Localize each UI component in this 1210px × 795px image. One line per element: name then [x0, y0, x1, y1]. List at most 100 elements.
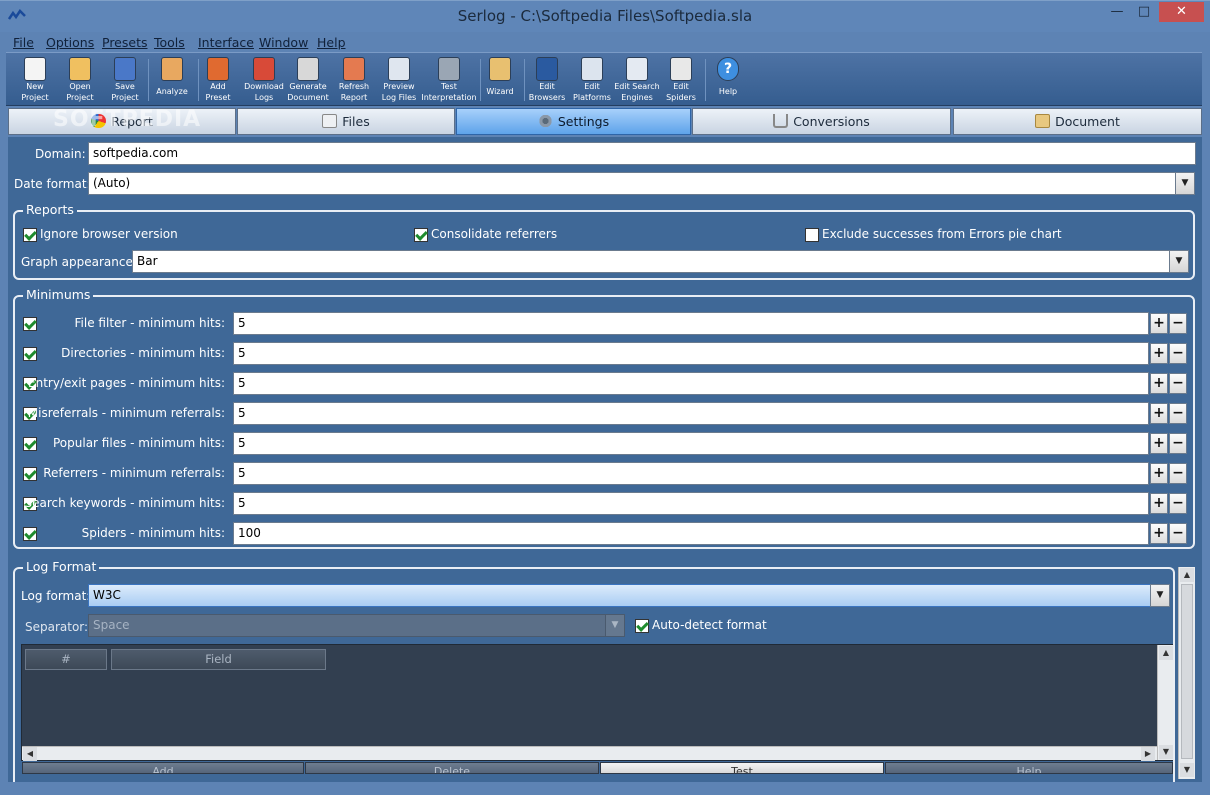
scroll-right-icon[interactable]: ▶	[1141, 747, 1155, 761]
edit-platforms-button[interactable]: Edit Platforms	[569, 55, 615, 105]
minimum-input[interactable]: 5	[233, 312, 1149, 335]
minimum-input[interactable]: 100	[233, 522, 1149, 545]
minimum-input[interactable]: 5	[233, 342, 1149, 365]
maximize-button[interactable]: □	[1131, 2, 1157, 22]
test-interpretation-button[interactable]: Test Interpretation	[421, 55, 477, 105]
plus-button[interactable]: +	[1150, 373, 1168, 394]
menu-interface[interactable]: Interface	[198, 35, 254, 50]
column-header-field[interactable]: Field	[111, 649, 326, 670]
edit-browsers-icon	[536, 57, 558, 81]
minus-button[interactable]: −	[1169, 313, 1187, 334]
consolidate-referrers-checkbox[interactable]	[414, 228, 428, 242]
date-format-select[interactable]: (Auto)	[88, 172, 1176, 195]
separator-label: Separator:	[25, 620, 89, 634]
ignore-browser-version-checkbox[interactable]	[23, 228, 37, 242]
auto-detect-checkbox[interactable]	[635, 619, 649, 633]
minimum-label: Spiders - minimum hits:	[81, 526, 225, 540]
minimum-checkbox[interactable]	[23, 437, 37, 451]
add-preset-button[interactable]: Add Preset	[195, 55, 241, 105]
analyze-button[interactable]: Analyze	[149, 55, 195, 105]
close-button[interactable]: ✕	[1159, 2, 1204, 22]
graph-appearance-select[interactable]: Bar	[132, 250, 1170, 273]
edit-search-engines-button[interactable]: Edit Search Engines	[612, 55, 662, 105]
edit-spiders-button[interactable]: Edit Spiders	[658, 55, 704, 105]
minus-button[interactable]: −	[1169, 523, 1187, 544]
minimum-input[interactable]: 5	[233, 462, 1149, 485]
chevron-down-icon[interactable]: ▼	[1169, 250, 1189, 273]
domain-input[interactable]: softpedia.com	[88, 142, 1196, 165]
edit-browsers-button[interactable]: Edit Browsers	[524, 55, 570, 105]
plus-button[interactable]: +	[1150, 463, 1168, 484]
minus-button[interactable]: −	[1169, 433, 1187, 454]
minimize-button[interactable]: —	[1103, 2, 1131, 22]
domain-label: Domain:	[35, 147, 86, 161]
help-icon: ?	[717, 57, 739, 81]
open-project-button[interactable]: Open Project	[57, 55, 103, 105]
minus-button[interactable]: −	[1169, 343, 1187, 364]
scroll-left-icon[interactable]: ◀	[23, 747, 37, 761]
scroll-down-icon[interactable]: ▼	[1180, 763, 1194, 777]
new-project-button[interactable]: New Project	[12, 55, 58, 105]
minimum-checkbox[interactable]	[23, 467, 37, 481]
plus-button[interactable]: +	[1150, 523, 1168, 544]
download-logs-button[interactable]: Download Logs	[241, 55, 287, 105]
plus-button[interactable]: +	[1150, 313, 1168, 334]
preview-log-files-button[interactable]: Preview Log Files	[376, 55, 422, 105]
tab-conversions[interactable]: Conversions	[692, 108, 951, 135]
scroll-thumb[interactable]	[1181, 584, 1193, 759]
minus-button[interactable]: −	[1169, 403, 1187, 424]
minimum-input[interactable]: 5	[233, 372, 1149, 395]
column-header-number[interactable]: #	[25, 649, 107, 670]
separator-select[interactable]: Space	[88, 614, 606, 637]
minimum-input[interactable]: 5	[233, 402, 1149, 425]
minus-button[interactable]: −	[1169, 463, 1187, 484]
chevron-down-icon[interactable]: ▼	[605, 614, 625, 637]
grid-vertical-scrollbar[interactable]: ▲ ▼	[1157, 645, 1173, 760]
tab-document[interactable]: Document	[953, 108, 1202, 135]
minimum-input[interactable]: 5	[233, 432, 1149, 455]
minimum-checkbox[interactable]	[23, 347, 37, 361]
tab-files[interactable]: Files	[237, 108, 455, 135]
chevron-down-icon[interactable]: ▼	[1175, 172, 1195, 195]
minimum-input[interactable]: 5	[233, 492, 1149, 515]
refresh-report-button[interactable]: Refresh Report	[331, 55, 377, 105]
plus-button[interactable]: +	[1150, 493, 1168, 514]
log-fields-grid[interactable]: # Field ▲ ▼ ◀ ▶	[21, 644, 1173, 761]
delete-field-button[interactable]: Delete	[305, 762, 599, 774]
generate-document-button[interactable]: Generate Document	[285, 55, 331, 105]
plus-button[interactable]: +	[1150, 403, 1168, 424]
menu-help[interactable]: Help	[317, 35, 346, 50]
menu-tools[interactable]: Tools	[154, 35, 185, 50]
add-field-button[interactable]: Add	[22, 762, 304, 774]
open-project-icon	[69, 57, 91, 81]
log-format-select[interactable]: W3C	[88, 584, 1151, 607]
tab-settings[interactable]: Settings	[456, 108, 691, 135]
scroll-up-icon[interactable]: ▲	[1180, 568, 1194, 582]
menu-options[interactable]: Options	[46, 35, 94, 50]
minus-button[interactable]: −	[1169, 373, 1187, 394]
scroll-down-icon[interactable]: ▼	[1159, 745, 1173, 759]
menu-file[interactable]: File	[13, 35, 34, 50]
minimum-checkbox[interactable]	[23, 527, 37, 541]
wizard-icon	[489, 57, 511, 81]
save-project-button[interactable]: Save Project	[102, 55, 148, 105]
date-format-label: Date format:	[14, 177, 91, 191]
menu-window[interactable]: Window	[259, 35, 308, 50]
help-field-button[interactable]: Help	[885, 762, 1173, 774]
minus-button[interactable]: −	[1169, 493, 1187, 514]
scroll-up-icon[interactable]: ▲	[1159, 646, 1173, 660]
test-button[interactable]: Test	[600, 762, 884, 774]
grid-horizontal-scrollbar[interactable]: ◀ ▶	[22, 746, 1157, 761]
help-button[interactable]: ? Help	[705, 55, 751, 105]
minimum-checkbox[interactable]	[23, 317, 37, 331]
wizard-button[interactable]: Wizard	[477, 55, 523, 105]
plus-button[interactable]: +	[1150, 343, 1168, 364]
settings-tab-icon	[537, 114, 553, 128]
panel-vertical-scrollbar[interactable]: ▲ ▼	[1178, 567, 1195, 779]
plus-button[interactable]: +	[1150, 433, 1168, 454]
menu-presets[interactable]: Presets	[102, 35, 148, 50]
graph-appearance-label: Graph appearance:	[21, 255, 137, 269]
chevron-down-icon[interactable]: ▼	[1150, 584, 1170, 607]
tab-report[interactable]: Report SOFTPEDIA	[8, 107, 236, 135]
exclude-successes-checkbox[interactable]	[805, 228, 819, 242]
